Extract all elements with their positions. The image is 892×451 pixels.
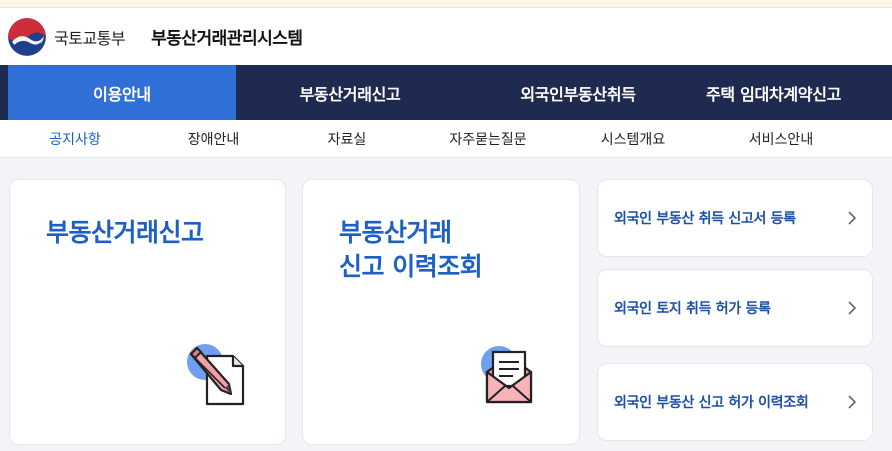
main-navigation: 이용안내 부동산거래신고 외국인부동산취득 주택 임대차계약신고	[0, 65, 892, 120]
transaction-report-card[interactable]: 부동산거래신고	[9, 179, 286, 445]
card-title: 부동산거래신고	[46, 218, 204, 247]
gnb-item-lease-report[interactable]: 주택 임대차계약신고	[692, 65, 892, 120]
link-label: 외국인 부동산 신고 허가 이력조회	[614, 395, 809, 411]
pen-document-icon	[185, 342, 247, 412]
sub-navigation: 공지사항 장애안내 자료실 자주묻는질문 시스템개요 서비스안내	[0, 120, 892, 158]
chevron-right-icon	[848, 395, 857, 409]
foreigner-permit-history-link[interactable]: 외국인 부동산 신고 허가 이력조회	[597, 363, 873, 441]
link-label: 외국인 부동산 취득 신고서 등록	[614, 211, 796, 227]
subnav-item-resources[interactable]: 자료실	[277, 120, 417, 158]
main-content: 부동산거래신고 부동산거래 신고 이력조회 외국인 부동산 취득 신고서 등록 …	[0, 158, 892, 451]
link-label: 외국인 토지 취득 허가 등록	[614, 301, 771, 317]
site-header: 국토교통부 부동산거래관리시스템	[0, 8, 892, 65]
subnav-item-outage[interactable]: 장애안내	[150, 120, 277, 158]
gnb-item-foreigner-acquisition[interactable]: 외국인부동산취득	[464, 65, 692, 120]
report-history-card[interactable]: 부동산거래 신고 이력조회	[302, 179, 580, 445]
envelope-letter-icon	[477, 342, 539, 410]
gnb-item-transaction-report[interactable]: 부동산거래신고	[236, 65, 464, 120]
chevron-right-icon	[848, 301, 857, 315]
foreigner-land-permit-link[interactable]: 외국인 토지 취득 허가 등록	[597, 269, 873, 347]
subnav-item-service[interactable]: 서비스안내	[707, 120, 855, 158]
system-title[interactable]: 부동산거래관리시스템	[151, 24, 303, 49]
foreigner-acquisition-register-link[interactable]: 외국인 부동산 취득 신고서 등록	[597, 179, 873, 257]
top-strip	[0, 0, 892, 8]
ministry-name: 국토교통부	[54, 28, 126, 48]
gnb-item-guide[interactable]: 이용안내	[8, 65, 236, 120]
subnav-item-notice[interactable]: 공지사항	[0, 120, 150, 158]
subnav-item-overview[interactable]: 시스템개요	[559, 120, 707, 158]
subnav-item-faq[interactable]: 자주묻는질문	[417, 120, 559, 158]
government-emblem-icon[interactable]	[8, 17, 46, 56]
card-title: 부동산거래 신고 이력조회	[339, 218, 483, 281]
chevron-right-icon	[848, 211, 857, 225]
